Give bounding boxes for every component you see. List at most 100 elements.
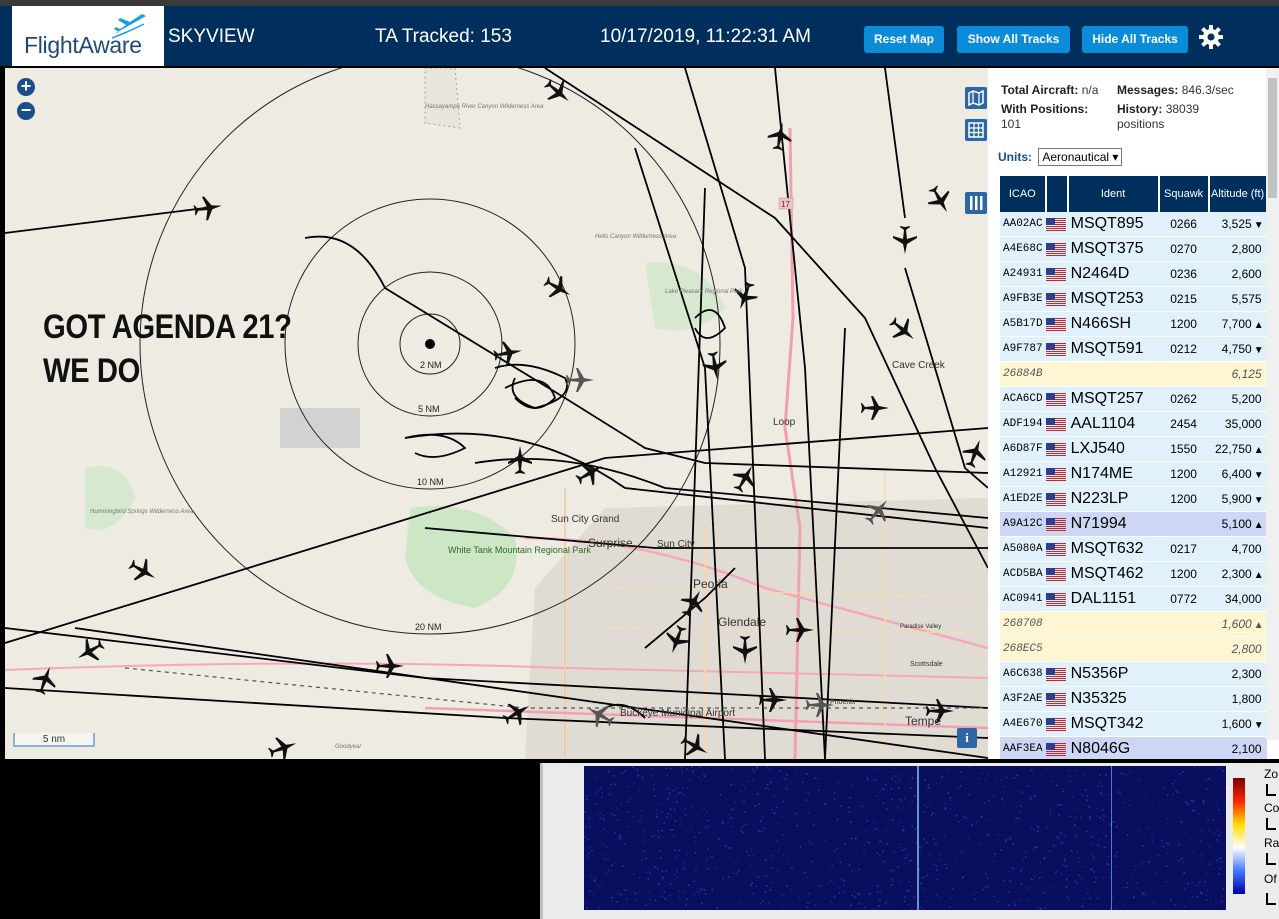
cell-squawk: 0772 <box>1158 586 1209 612</box>
cell-altitude: 2,100 <box>1208 736 1267 759</box>
table-row[interactable]: AAF3EA N8046G 2,100 <box>1000 736 1267 759</box>
col-altitude[interactable]: Altitude (ft) <box>1208 176 1268 212</box>
colorbar <box>1233 778 1245 894</box>
cell-ident: N5356P <box>1067 661 1159 687</box>
us-flag-icon <box>1045 443 1066 457</box>
place-phoenix: Phoenix <box>830 699 856 706</box>
cell-flag <box>1045 461 1068 487</box>
cell-squawk: 0212 <box>1158 336 1209 362</box>
hide-all-tracks-button[interactable]: Hide All Tracks <box>1082 26 1188 53</box>
cell-altitude: 22,750 ▲ <box>1208 436 1267 462</box>
messages-value: 846.3/sec <box>1181 83 1234 97</box>
place-lake-pleasant: Lake Pleasant Regional Park <box>665 289 743 295</box>
cell-altitude: 2,600 <box>1208 261 1267 287</box>
cell-flag <box>1045 212 1068 237</box>
cell-altitude: 5,575 <box>1208 286 1267 312</box>
map-scale-bar: 5 nm <box>13 733 95 747</box>
altitude-value: 2,100 <box>1231 742 1262 756</box>
table-row[interactable]: A24931 N2464D 0236 2,600 <box>1000 261 1267 287</box>
map-canvas: 2 NM 5 NM 10 NM 20 NM Hassayampa River C… <box>5 68 988 759</box>
altitude-trend-icon: ▼ <box>1253 345 1264 356</box>
with-positions-value: 101 <box>1001 117 1022 131</box>
table-row[interactable]: A3F2AE N35325 1,800 <box>1000 686 1267 712</box>
cell-icao: A24931 <box>1000 261 1046 287</box>
table-row[interactable]: A6C638 N5356P 2,300 <box>1000 661 1267 687</box>
map-view[interactable]: 2 NM 5 NM 10 NM 20 NM Hassayampa River C… <box>5 68 988 759</box>
altitude-trend-icon: ▲ <box>1253 445 1264 456</box>
cell-ident: N35325 <box>1067 686 1159 712</box>
table-row[interactable]: A4E670 MSQT342 1,600 ▼ <box>1000 711 1267 737</box>
offset-slider[interactable] <box>1266 893 1276 905</box>
table-row[interactable]: AC0941 DAL1151 0772 34,000 <box>1000 586 1267 612</box>
info-button[interactable]: i <box>957 728 977 748</box>
us-flag-icon <box>1045 718 1066 732</box>
altitude-trend-icon: ▲ <box>1253 620 1264 631</box>
table-row[interactable]: A9FB3E MSQT253 0215 5,575 <box>1000 286 1267 312</box>
table-row[interactable]: 268EC5 2,800 <box>1000 636 1267 662</box>
range-slider[interactable] <box>1266 853 1276 865</box>
table-row[interactable]: ACD5BA MSQT462 1200 2,300 ▲ <box>1000 561 1267 587</box>
table-row[interactable]: A5B17D N466SH 1200 7,700 ▲ <box>1000 311 1267 337</box>
zoom-in-button[interactable]: + <box>17 77 35 96</box>
altitude-value: 2,300 <box>1231 667 1262 681</box>
app-title: SKYVIEW <box>168 26 255 47</box>
clock-datetime: 10/17/2019, 11:22:31 AM <box>600 26 811 47</box>
us-flag-icon <box>1045 268 1066 282</box>
cell-flag <box>1045 261 1068 287</box>
table-row[interactable]: A12921 N174ME 1200 6,400 ▼ <box>1000 461 1267 487</box>
table-row[interactable]: A5080A MSQT632 0217 4,700 <box>1000 536 1267 562</box>
table-row[interactable]: ADF194 AAL1104 2454 35,000 <box>1000 411 1267 437</box>
cell-flag <box>1045 586 1068 612</box>
table-row[interactable]: 268708 1,600 ▲ <box>1000 611 1267 637</box>
cell-ident: MSQT253 <box>1067 286 1159 312</box>
zoom-out-button[interactable]: − <box>17 101 35 120</box>
cell-flag <box>1045 361 1068 387</box>
table-row[interactable]: 26884B 6,125 <box>1000 361 1267 387</box>
show-all-tracks-button[interactable]: Show All Tracks <box>957 26 1070 53</box>
zoom-slider[interactable] <box>1266 784 1276 796</box>
range-label: Ra <box>1264 836 1279 850</box>
zoom-label: Zo <box>1264 767 1279 781</box>
sidebar-scroll-thumb[interactable] <box>1268 78 1277 198</box>
waterfall-display[interactable] <box>584 766 1226 910</box>
us-flag-icon <box>1045 543 1066 557</box>
altitude-value: 2,600 <box>1231 267 1262 281</box>
waterfall-noise <box>584 766 1226 910</box>
toggle-sidebar-button[interactable] <box>965 192 987 214</box>
ring-label-5nm: 5 NM <box>418 404 440 414</box>
history-label: History: <box>1117 102 1163 116</box>
table-row[interactable]: A4E68C MSQT375 0270 2,800 <box>1000 236 1267 262</box>
map-layer-button[interactable] <box>965 87 987 109</box>
col-squawk[interactable]: Squawk <box>1158 176 1210 212</box>
table-row[interactable]: AA02AC MSQT895 0266 3,525 ▼ <box>1000 212 1267 237</box>
col-ident[interactable]: Ident <box>1067 176 1160 212</box>
units-select[interactable]: Aeronautical ▾ <box>1038 148 1123 166</box>
history-unit: positions <box>1117 117 1165 131</box>
cell-squawk <box>1158 736 1209 759</box>
table-row[interactable]: A9F787 MSQT591 0212 4,750 ▼ <box>1000 336 1267 362</box>
altitude-value: 5,900 <box>1221 492 1252 506</box>
contrast-slider[interactable] <box>1266 818 1276 830</box>
cell-ident: MSQT342 <box>1067 711 1159 737</box>
cell-ident: MSQT632 <box>1067 536 1159 562</box>
offset-label: Of <box>1264 872 1277 886</box>
table-row[interactable]: A9A12C N71994 5,100 ▲ <box>1000 511 1267 537</box>
cell-ident: LXJ540 <box>1067 436 1159 462</box>
gear-icon[interactable] <box>1198 24 1224 50</box>
cell-icao: 268708 <box>1000 611 1046 637</box>
reset-map-button[interactable]: Reset Map <box>864 26 944 53</box>
total-aircraft-value: n/a <box>1081 83 1099 97</box>
columns-icon <box>970 196 983 210</box>
logo-plane-icon <box>112 14 146 39</box>
cell-altitude: 4,700 <box>1208 536 1267 562</box>
cell-squawk: 1550 <box>1158 436 1209 462</box>
flightaware-logo[interactable]: FlightAware <box>12 6 164 66</box>
table-row[interactable]: A6D87F LXJ540 1550 22,750 ▲ <box>1000 436 1267 462</box>
col-flag[interactable] <box>1045 176 1069 212</box>
altitude-value: 2,300 <box>1221 567 1252 581</box>
grid-layer-button[interactable] <box>965 119 987 141</box>
table-row[interactable]: A1ED2E N223LP 1200 5,900 ▼ <box>1000 486 1267 512</box>
col-icao[interactable]: ICAO <box>1000 176 1047 212</box>
table-row[interactable]: ACA6CD MSQT257 0262 5,200 <box>1000 386 1267 412</box>
altitude-trend-icon: ▼ <box>1253 495 1264 506</box>
